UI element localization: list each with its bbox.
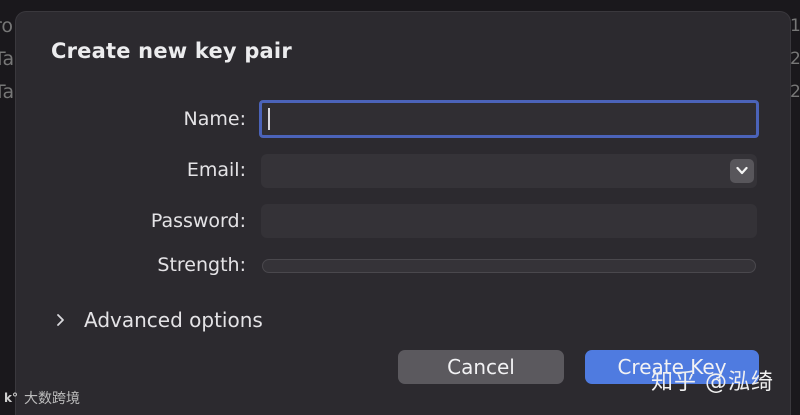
create-key-pair-dialog: Create new key pair Name: Email: Passwor… — [16, 12, 790, 415]
email-combobox[interactable] — [261, 154, 757, 188]
chevron-down-icon — [736, 166, 748, 175]
advanced-options-disclosure[interactable]: Advanced options — [54, 308, 263, 332]
watermark-text: 大数跨境 — [23, 391, 80, 407]
background-text: 1 — [790, 16, 800, 36]
name-field[interactable] — [259, 100, 759, 138]
password-label: Password: — [150, 210, 246, 232]
background-list-fragment-right: 1 2 2 — [790, 10, 800, 109]
background-text: 2 — [790, 49, 800, 69]
email-input[interactable] — [261, 154, 757, 188]
watermark-logo: k° — [4, 391, 18, 405]
author-watermark: 知乎 @泓绮 — [651, 370, 774, 395]
name-label: Name: — [183, 108, 246, 130]
chevron-right-icon — [57, 314, 64, 326]
password-strength-meter — [262, 259, 756, 273]
password-field[interactable] — [261, 204, 757, 238]
source-watermark: k° 大数跨境 — [4, 388, 80, 408]
email-label: Email: — [186, 159, 246, 181]
email-dropdown-button[interactable] — [730, 159, 754, 183]
cancel-button[interactable]: Cancel — [398, 350, 564, 384]
password-input[interactable] — [261, 204, 757, 238]
strength-label: Strength: — [157, 254, 246, 276]
name-input[interactable] — [262, 103, 756, 135]
dialog-title: Create new key pair — [51, 39, 292, 63]
background-text: 2 — [790, 82, 800, 102]
advanced-options-label: Advanced options — [84, 308, 263, 332]
